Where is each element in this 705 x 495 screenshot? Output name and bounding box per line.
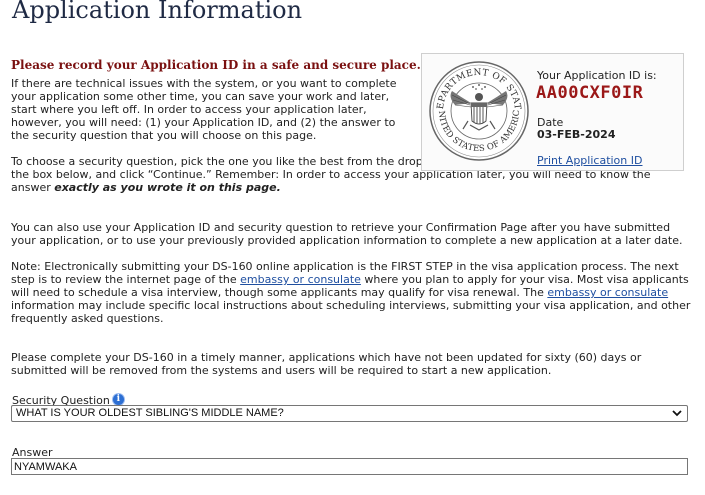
print-application-id-link[interactable]: Print Application ID <box>537 154 642 167</box>
date-value: 03-FEB-2024 <box>537 128 616 141</box>
answer-input[interactable] <box>11 458 688 475</box>
timely-paragraph: Please complete your DS-160 in a timely … <box>11 351 642 377</box>
application-id-value: AA00CXF0IR <box>536 83 644 103</box>
embassy-consulate-link-2[interactable]: embassy or consulate <box>547 286 668 299</box>
application-id-label: Your Application ID is: <box>537 69 657 82</box>
page-title: Application Information <box>12 0 303 24</box>
intro-paragraph: If there are technical issues with the s… <box>11 77 397 142</box>
record-id-warning: Please record your Application ID in a s… <box>11 58 421 72</box>
embassy-consulate-link-1[interactable]: embassy or consulate <box>240 273 361 286</box>
security-question-selected-value: WHAT IS YOUR OLDEST SIBLING'S MIDDLE NAM… <box>16 407 284 419</box>
exactly-as-emphasis: exactly as you wrote it on this page. <box>54 181 281 194</box>
note-paragraph: Note: Electronically submitting your DS-… <box>11 260 693 325</box>
security-question-select[interactable]: WHAT IS YOUR OLDEST SIBLING'S MIDDLE NAM… <box>11 405 688 422</box>
note-text-3: information may include specific local i… <box>11 299 691 325</box>
retrieve-paragraph: You can also use your Application ID and… <box>11 221 683 247</box>
chevron-down-icon <box>672 410 682 417</box>
application-id-box: DEPARTMENT OF STATE UNITED STATES OF AME… <box>421 53 684 171</box>
info-icon[interactable]: i <box>112 394 124 405</box>
department-of-state-seal-icon: DEPARTMENT OF STATE UNITED STATES OF AME… <box>428 59 529 161</box>
